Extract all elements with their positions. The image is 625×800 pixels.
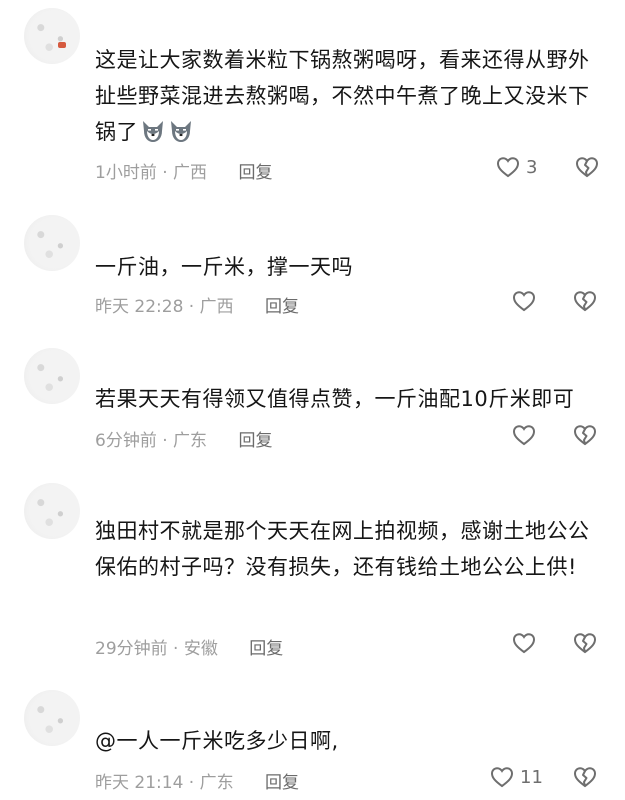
like-button[interactable] — [512, 424, 536, 446]
comment-location: 广西 — [199, 297, 234, 317]
avatar[interactable] — [24, 690, 80, 746]
comment-time: 昨天 21:14 — [95, 773, 184, 793]
heart-outline-icon — [496, 157, 520, 178]
comment-location: 广西 — [173, 163, 208, 183]
comment-time: 1小时前 — [95, 163, 157, 183]
comment-text: 一斤油，一斤米，撑一天吗 — [95, 249, 601, 285]
like-count: 11 — [520, 766, 543, 788]
broken-heart-icon[interactable] — [572, 766, 598, 788]
reply-button[interactable]: 回复 — [238, 163, 272, 183]
reply-button[interactable]: 回复 — [249, 639, 283, 659]
broken-heart-icon[interactable] — [572, 424, 598, 446]
like-button[interactable] — [512, 632, 536, 654]
comment-meta: 昨天 21:14 · 广东 回复 — [95, 773, 300, 793]
broken-heart-icon[interactable] — [572, 290, 598, 312]
broken-heart-icon[interactable] — [572, 632, 598, 654]
like-button[interactable]: 11 — [490, 766, 543, 788]
heart-outline-icon — [512, 425, 536, 446]
wolf-face-icon — [143, 121, 163, 142]
like-button[interactable]: 3 — [496, 156, 537, 178]
avatar-mark — [58, 42, 66, 48]
heart-outline-icon — [490, 767, 514, 788]
comment-location: 广东 — [173, 431, 208, 451]
comment-text-body: 独田村不就是那个天天在网上拍视频，感谢土地公公保佑的村子吗？没有损失，还有钱给土… — [95, 519, 590, 579]
comment-time: 29分钟前 — [95, 639, 168, 659]
comment-text-body: 一斤油，一斤米，撑一天吗 — [95, 255, 353, 279]
comment-location: 安徽 — [183, 639, 218, 659]
comment-text-body: 若果天天有得领又值得点赞，一斤油配10斤米即可 — [95, 387, 575, 411]
comment-text: 若果天天有得领又值得点赞，一斤油配10斤米即可 — [95, 381, 601, 417]
comment-meta: 1小时前 · 广西 回复 — [95, 163, 273, 183]
comment-location: 广东 — [199, 773, 234, 793]
comment-text-body: @一人一斤米吃多少日啊, — [95, 729, 339, 753]
comment-meta: 29分钟前 · 安徽 回复 — [95, 639, 284, 659]
avatar[interactable] — [24, 348, 80, 404]
comment-time: 6分钟前 — [95, 431, 157, 451]
comment-text: 这是让大家数着米粒下锅熬粥喝呀，看来还得从野外扯些野菜混进去熬粥喝，不然中午煮了… — [95, 42, 601, 150]
comment-meta: 6分钟前 · 广东 回复 — [95, 431, 273, 451]
reply-button[interactable]: 回复 — [238, 431, 272, 451]
comment-text: @一人一斤米吃多少日啊, — [95, 723, 601, 759]
avatar[interactable] — [24, 215, 80, 271]
heart-outline-icon — [512, 291, 536, 312]
wolf-face-icon — [171, 121, 191, 142]
comment-text: 独田村不就是那个天天在网上拍视频，感谢土地公公保佑的村子吗？没有损失，还有钱给土… — [95, 513, 601, 585]
reply-button[interactable]: 回复 — [265, 773, 299, 793]
avatar[interactable] — [24, 8, 80, 64]
like-count: 3 — [526, 156, 538, 178]
avatar[interactable] — [24, 483, 80, 539]
broken-heart-icon[interactable] — [574, 156, 600, 178]
heart-outline-icon — [512, 633, 536, 654]
reply-button[interactable]: 回复 — [265, 297, 299, 317]
comment-meta: 昨天 22:28 · 广西 回复 — [95, 297, 300, 317]
comment-time: 昨天 22:28 — [95, 297, 184, 317]
like-button[interactable] — [512, 290, 536, 312]
